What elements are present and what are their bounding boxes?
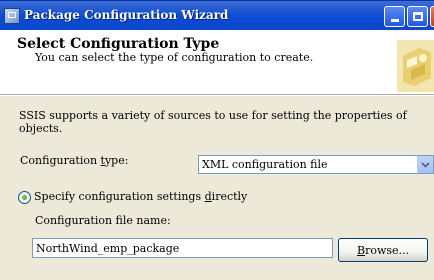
specify-directly-radio[interactable] [18, 191, 31, 204]
configuration-type-select[interactable]: XML configuration file [198, 155, 434, 174]
configuration-type-label: Configuration type: [20, 154, 128, 167]
browse-button[interactable]: Browse... [338, 238, 428, 262]
configuration-type-label-suffix: ype: [104, 154, 129, 167]
wizard-app-icon[interactable] [4, 8, 20, 24]
dropdown-button[interactable] [417, 156, 433, 173]
specify-directly-label[interactable]: Specify configuration settings directly [34, 190, 247, 203]
browse-button-accesskey: B [356, 243, 366, 257]
page-subtitle: You can select the type of configuration… [35, 51, 314, 64]
minimize-icon [390, 19, 399, 22]
configuration-file-name-label: Configuration file name: [35, 214, 171, 227]
radio-selected-dot [22, 195, 27, 200]
title-bar[interactable]: Package Configuration Wizard ✕ [0, 0, 434, 30]
specify-directly-label-accesskey: d [204, 190, 212, 203]
configuration-file-name-input[interactable] [32, 238, 333, 258]
chevron-down-icon [421, 161, 430, 168]
intro-text: SSIS supports a variety of sources to us… [19, 109, 407, 135]
specify-directly-label-suffix: irectly [211, 190, 248, 203]
wizard-header: Select Configuration Type You can select… [0, 30, 434, 94]
window-title: Package Configuration Wizard [24, 8, 229, 22]
maximize-button[interactable] [407, 6, 428, 27]
close-button[interactable]: ✕ [430, 6, 434, 27]
page-title: Select Configuration Type [17, 36, 220, 52]
minimize-button[interactable] [384, 6, 405, 27]
browse-button-label-suffix: rowse... [365, 243, 410, 257]
wizard-graphic-icon [397, 40, 434, 92]
specify-directly-label-prefix: Specify configuration settings [34, 190, 205, 203]
configuration-type-value: XML configuration file [202, 158, 328, 171]
maximize-icon [412, 12, 423, 21]
header-divider-highlight [0, 95, 434, 96]
configuration-type-label-prefix: Configuration [20, 154, 101, 167]
